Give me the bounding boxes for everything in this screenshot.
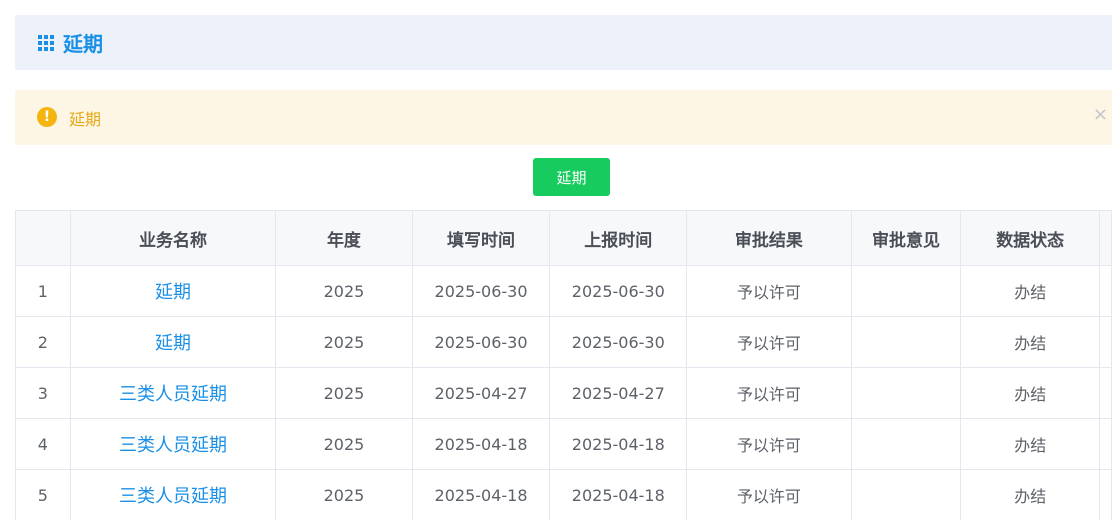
fill-time-cell: 2025-04-27: [411, 367, 551, 419]
opinion-cell: [850, 316, 962, 368]
alert-text: 延期: [69, 109, 102, 129]
fill-time-cell: 2025-06-30: [411, 265, 551, 317]
report-time-cell: 2025-06-30: [549, 265, 688, 317]
page: 延期 ! 延期 × 延期 业务名称 年度 填写时间 上报时间 审批结果 审批意见…: [0, 0, 1112, 520]
year-cell: 2025: [275, 265, 413, 317]
result-cell: 予以许可: [686, 367, 852, 419]
table-header-row: 业务名称 年度 填写时间 上报时间 审批结果 审批意见 数据状态: [15, 210, 1112, 266]
fill-time-cell: 2025-04-18: [411, 418, 551, 470]
warning-icon: !: [37, 106, 57, 127]
column-header-fill-time: 填写时间: [411, 210, 551, 266]
status-cell: 办结: [960, 469, 1100, 520]
row-index: 4: [15, 418, 71, 470]
business-name-link[interactable]: 延期: [69, 316, 277, 368]
report-time-cell: 2025-06-30: [549, 316, 688, 368]
status-cell: 办结: [960, 418, 1100, 470]
business-name-link[interactable]: 三类人员延期: [69, 469, 277, 520]
result-cell: 予以许可: [686, 316, 852, 368]
column-header-report-time: 上报时间: [549, 210, 688, 266]
fill-time-cell: 2025-06-30: [411, 316, 551, 368]
overflow-cell: [1099, 418, 1112, 470]
row-index: 2: [15, 316, 71, 368]
overflow-cell: [1099, 265, 1112, 317]
column-header-index: [15, 210, 71, 266]
report-time-cell: 2025-04-18: [549, 418, 688, 470]
table-row: 3 三类人员延期 2025 2025-04-27 2025-04-27 予以许可…: [15, 367, 1112, 419]
opinion-cell: [850, 469, 962, 520]
records-table: 业务名称 年度 填写时间 上报时间 审批结果 审批意见 数据状态 1 延期 20…: [15, 210, 1112, 520]
column-header-name: 业务名称: [69, 210, 277, 266]
column-header-opinion: 审批意见: [850, 210, 962, 266]
column-header-overflow: [1099, 210, 1112, 266]
overflow-cell: [1099, 316, 1112, 368]
opinion-cell: [850, 265, 962, 317]
business-name-link[interactable]: 三类人员延期: [69, 367, 277, 419]
fill-time-cell: 2025-04-18: [411, 469, 551, 520]
table-row: 5 三类人员延期 2025 2025-04-18 2025-04-18 予以许可…: [15, 469, 1112, 520]
year-cell: 2025: [275, 367, 413, 419]
column-header-year: 年度: [275, 210, 413, 266]
page-title: 延期: [63, 32, 103, 56]
warning-alert: ! 延期 ×: [15, 90, 1112, 145]
overflow-cell: [1099, 367, 1112, 419]
extend-button[interactable]: 延期: [533, 158, 610, 196]
result-cell: 予以许可: [686, 265, 852, 317]
column-header-result: 审批结果: [686, 210, 852, 266]
year-cell: 2025: [275, 418, 413, 470]
table-row: 1 延期 2025 2025-06-30 2025-06-30 予以许可 办结: [15, 265, 1112, 317]
column-header-status: 数据状态: [960, 210, 1100, 266]
row-index: 3: [15, 367, 71, 419]
grid-icon: [38, 34, 54, 51]
close-icon[interactable]: ×: [1093, 104, 1108, 125]
overflow-cell: [1099, 469, 1112, 520]
opinion-cell: [850, 418, 962, 470]
status-cell: 办结: [960, 265, 1100, 317]
page-header: 延期: [15, 15, 1112, 70]
table-row: 4 三类人员延期 2025 2025-04-18 2025-04-18 予以许可…: [15, 418, 1112, 470]
business-name-link[interactable]: 延期: [69, 265, 277, 317]
status-cell: 办结: [960, 367, 1100, 419]
result-cell: 予以许可: [686, 418, 852, 470]
year-cell: 2025: [275, 469, 413, 520]
row-index: 5: [15, 469, 71, 520]
result-cell: 予以许可: [686, 469, 852, 520]
opinion-cell: [850, 367, 962, 419]
year-cell: 2025: [275, 316, 413, 368]
report-time-cell: 2025-04-18: [549, 469, 688, 520]
status-cell: 办结: [960, 316, 1100, 368]
report-time-cell: 2025-04-27: [549, 367, 688, 419]
row-index: 1: [15, 265, 71, 317]
table-row: 2 延期 2025 2025-06-30 2025-06-30 予以许可 办结: [15, 316, 1112, 368]
business-name-link[interactable]: 三类人员延期: [69, 418, 277, 470]
